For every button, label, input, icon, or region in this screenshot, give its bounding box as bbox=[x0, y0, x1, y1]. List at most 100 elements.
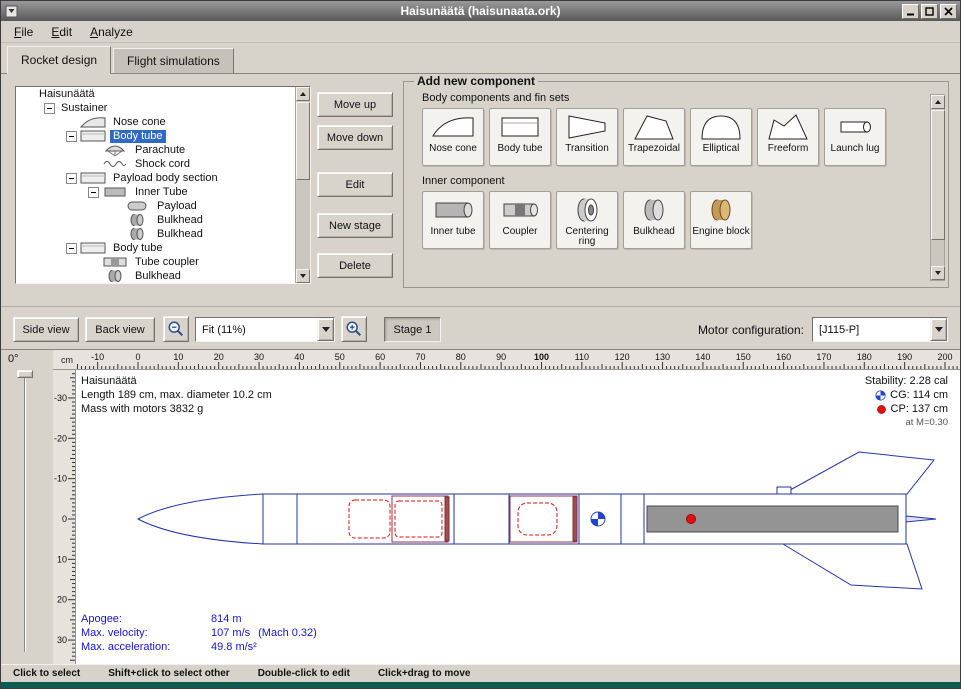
tree-item-label: Tube coupler bbox=[132, 256, 202, 269]
inner-tube-icon bbox=[431, 195, 475, 225]
tree-expander-icon[interactable] bbox=[66, 173, 77, 184]
component-tree[interactable]: HaisunäätäSustainerNose coneBody tubePar… bbox=[16, 87, 295, 283]
component-button-label: Elliptical bbox=[703, 144, 740, 154]
max-velocity-mach: (Mach 0.32) bbox=[258, 626, 317, 640]
tree-indent bbox=[87, 159, 100, 170]
cg-marker bbox=[591, 512, 605, 526]
delete-button[interactable]: Delete bbox=[317, 253, 393, 278]
svg-text:70: 70 bbox=[415, 352, 425, 362]
add-nose-cone-button[interactable]: Nose cone bbox=[422, 108, 484, 166]
tree-item-bulkhead[interactable]: Bulkhead bbox=[16, 269, 295, 283]
motor-configuration-select[interactable]: [J115-P] bbox=[812, 317, 948, 342]
tree-item-bulkhead[interactable]: Bulkhead bbox=[16, 213, 295, 227]
tab-rocket-design[interactable]: Rocket design bbox=[7, 46, 111, 74]
tree-item-shock-cord[interactable]: Shock cord bbox=[16, 157, 295, 171]
minimize-button[interactable] bbox=[902, 4, 919, 19]
add-body-tube-button[interactable]: Body tube bbox=[489, 108, 551, 166]
stage-1-toggle[interactable]: Stage 1 bbox=[384, 317, 441, 342]
tree-item-tube-coupler[interactable]: Tube coupler bbox=[16, 255, 295, 269]
chevron-down-icon[interactable] bbox=[930, 318, 947, 341]
scroll-down-icon[interactable] bbox=[296, 269, 310, 283]
add-transition-button[interactable]: Transition bbox=[556, 108, 618, 166]
tree-expander-icon[interactable] bbox=[66, 131, 77, 142]
tree-item-body-tube[interactable]: Body tube bbox=[16, 241, 295, 255]
add-centering-ring-button[interactable]: Centering ring bbox=[556, 191, 618, 249]
svg-text:100: 100 bbox=[534, 352, 549, 362]
tree-scrollbar-thumb[interactable] bbox=[296, 102, 310, 180]
back-view-button[interactable]: Back view bbox=[85, 317, 155, 342]
add-bulkhead-button[interactable]: Bulkhead bbox=[623, 191, 685, 249]
rocket-view-canvas: 0° cm -100102030405060708090100110120130… bbox=[1, 349, 961, 664]
component-scrollbar-thumb[interactable] bbox=[931, 110, 945, 240]
edge-fin[interactable] bbox=[906, 516, 936, 522]
tree-expander-icon[interactable] bbox=[88, 187, 99, 198]
svg-text:110: 110 bbox=[575, 352, 589, 362]
zoom-in-button[interactable] bbox=[341, 316, 367, 342]
tree-item-bulkhead[interactable]: Bulkhead bbox=[16, 227, 295, 241]
coupler-icon bbox=[498, 195, 542, 225]
desktop-edge bbox=[1, 682, 960, 689]
tree-item-body-tube[interactable]: Body tube bbox=[16, 129, 295, 143]
bulkhead-shape[interactable] bbox=[573, 497, 577, 541]
tree-item-parachute[interactable]: Parachute bbox=[16, 143, 295, 157]
tree-item-label: Shock cord bbox=[132, 158, 193, 171]
tree-item-payload-body-section[interactable]: Payload body section bbox=[16, 171, 295, 185]
upper-fin[interactable] bbox=[783, 452, 934, 494]
move-up-button[interactable]: Move up bbox=[317, 92, 393, 117]
rotation-slider[interactable] bbox=[17, 368, 33, 654]
inner-tube-icon bbox=[102, 185, 128, 199]
svg-text:-30: -30 bbox=[54, 393, 67, 403]
add-launch-lug-button[interactable]: Launch lug bbox=[824, 108, 886, 166]
tab-flight-simulations[interactable]: Flight simulations bbox=[113, 48, 234, 73]
title-bar[interactable]: Haisunäätä (haisunaata.ork) bbox=[1, 1, 960, 21]
scroll-up-icon[interactable] bbox=[296, 87, 310, 101]
rocket-info-block: Haisunäätä Length 189 cm, max. diameter … bbox=[81, 374, 272, 416]
close-button[interactable] bbox=[940, 4, 957, 19]
menu-edit[interactable]: Edit bbox=[42, 23, 81, 41]
tree-expander-icon[interactable] bbox=[44, 103, 55, 114]
nose-cone-shape[interactable] bbox=[138, 494, 263, 544]
svg-text:160: 160 bbox=[776, 352, 791, 362]
tree-item-payload[interactable]: Payload bbox=[16, 199, 295, 213]
scroll-up-icon[interactable] bbox=[931, 95, 945, 109]
move-down-button[interactable]: Move down bbox=[317, 125, 393, 150]
add-engine-block-button[interactable]: Engine block bbox=[690, 191, 752, 249]
max-acceleration-label: Max. acceleration: bbox=[81, 640, 211, 654]
component-panel-scrollbar[interactable] bbox=[930, 94, 945, 281]
maximize-button[interactable] bbox=[921, 4, 938, 19]
chevron-down-icon[interactable] bbox=[317, 318, 334, 341]
add-elliptical-button[interactable]: Elliptical bbox=[690, 108, 752, 166]
component-tree-panel: HaisunäätäSustainerNose coneBody tubePar… bbox=[15, 86, 311, 284]
zoom-select[interactable]: Fit (11%) bbox=[195, 317, 335, 342]
lower-fin[interactable] bbox=[783, 544, 922, 589]
menu-file[interactable]: File bbox=[5, 23, 42, 41]
tree-item-inner-tube[interactable]: Inner Tube bbox=[16, 185, 295, 199]
motor-shape[interactable] bbox=[647, 506, 898, 532]
tree-scrollbar[interactable] bbox=[295, 87, 310, 283]
side-view-button[interactable]: Side view bbox=[13, 317, 79, 342]
tree-item-nose-cone[interactable]: Nose cone bbox=[16, 115, 295, 129]
add-inner-tube-button[interactable]: Inner tube bbox=[422, 191, 484, 249]
tree-indent bbox=[109, 215, 122, 226]
bulkhead-shape[interactable] bbox=[445, 497, 449, 541]
elliptical-icon bbox=[699, 112, 743, 142]
window-menu-icon[interactable] bbox=[4, 4, 19, 19]
menu-analyze[interactable]: Analyze bbox=[81, 23, 142, 41]
scroll-down-icon[interactable] bbox=[931, 266, 945, 280]
tree-item-sustainer[interactable]: Sustainer bbox=[16, 101, 295, 115]
tree-expander-icon[interactable] bbox=[66, 243, 77, 254]
rocket-name: Haisunäätä bbox=[81, 374, 272, 388]
slider-handle[interactable] bbox=[17, 370, 33, 378]
rocket-diagram-area[interactable]: Haisunäätä Length 189 cm, max. diameter … bbox=[76, 370, 961, 664]
new-stage-button[interactable]: New stage bbox=[317, 213, 393, 238]
edit-button[interactable]: Edit bbox=[317, 172, 393, 197]
add-coupler-button[interactable]: Coupler bbox=[489, 191, 551, 249]
tree-item-haisun-t[interactable]: Haisunäätä bbox=[16, 87, 295, 101]
add-trapezoidal-button[interactable]: Trapezoidal bbox=[623, 108, 685, 166]
zoom-out-button[interactable] bbox=[163, 316, 189, 342]
svg-text:90: 90 bbox=[496, 352, 506, 362]
add-freeform-button[interactable]: Freeform bbox=[757, 108, 819, 166]
tree-indent bbox=[87, 145, 100, 156]
component-button-label: Coupler bbox=[502, 227, 537, 237]
launch-lug-shape[interactable] bbox=[777, 487, 791, 494]
